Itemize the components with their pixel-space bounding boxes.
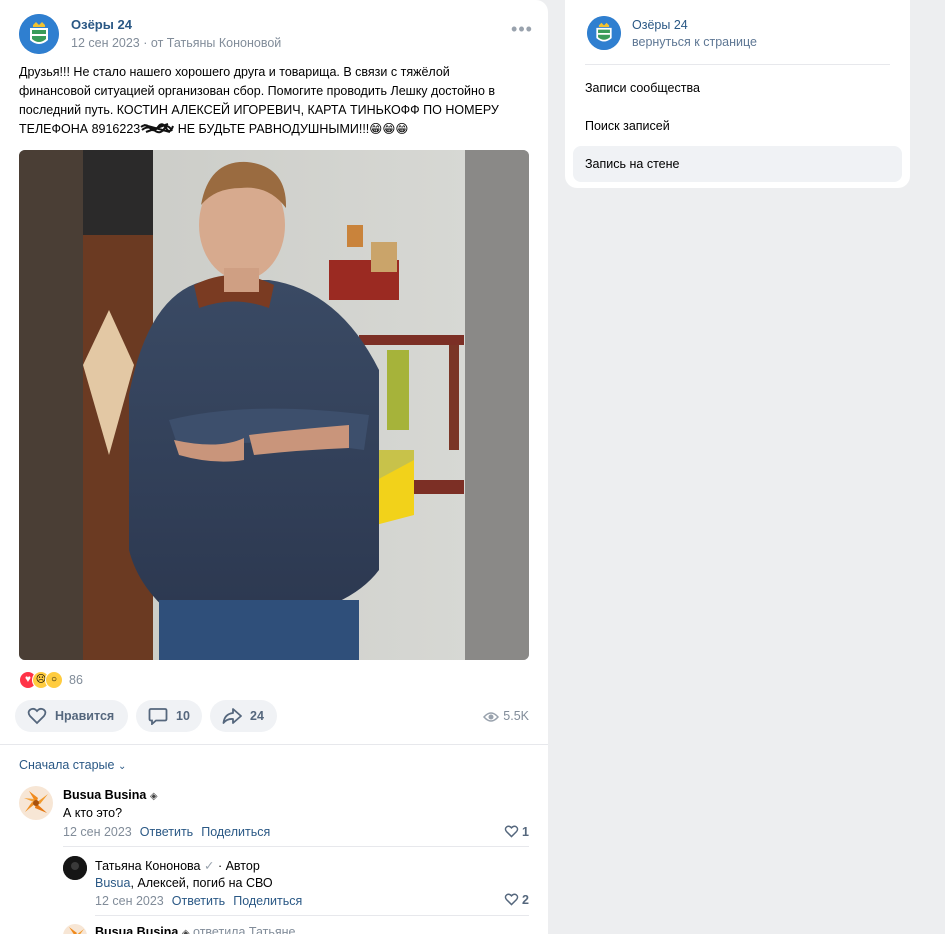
like-label: Нравится <box>55 709 115 723</box>
comment-icon <box>148 708 168 725</box>
views-counter: 5.5K <box>483 709 529 723</box>
comment-likes: 1 <box>522 825 529 839</box>
reply-link[interactable]: Ответить <box>172 894 225 908</box>
more-options-icon[interactable]: ••• <box>510 20 534 44</box>
redaction-scribble-icon <box>140 123 175 134</box>
eye-icon <box>483 711 500 722</box>
post-date[interactable]: 12 сен 2023 <box>71 36 140 50</box>
reply-link[interactable]: Ответить <box>140 825 193 839</box>
sidebar: Озёры 24 вернуться к странице Записи соо… <box>565 0 910 188</box>
post-header: Озёры 24 12 сен 2023 · от Татьяны Кононо… <box>19 14 534 54</box>
sidebar-community-name[interactable]: Озёры 24 <box>632 18 688 32</box>
comment-meta: 12 сен 2023 Ответить Поделиться <box>63 825 270 839</box>
post-text-tail: НЕ БУДЬТЕ РАВНОДУШНЫМИ!!!😁😁😁 <box>174 122 409 136</box>
comment-reply: Busua Busina ◈ ответила Татьяне <box>63 924 529 934</box>
post-text-phone: ТЕЛЕФОНА 8916223 <box>19 122 141 136</box>
shares-count: 24 <box>250 709 264 723</box>
post-text-line: Друзья!!! Не стало нашего хорошего друга… <box>19 65 450 79</box>
divider <box>585 64 890 65</box>
mention-link[interactable]: Busua <box>95 876 130 890</box>
views-count: 5.5K <box>503 709 529 723</box>
post-text: Друзья!!! Не стало нашего хорошего друга… <box>19 63 519 139</box>
comment-date[interactable]: 12 сен 2023 <box>95 894 164 908</box>
reactions-count: 86 <box>69 673 83 687</box>
meta-dot: · <box>143 36 151 50</box>
chevron-down-icon: ⌄ <box>117 761 127 772</box>
post-card: Озёры 24 12 сен 2023 · от Татьяны Кононо… <box>0 0 548 934</box>
comments-button[interactable]: 10 <box>136 700 202 732</box>
post-meta: 12 сен 2023 · от Татьяны Кононовой <box>71 36 281 50</box>
comment-like-button[interactable]: 2 <box>504 893 529 907</box>
sidebar-item-search-posts[interactable]: Поиск записей <box>573 108 902 144</box>
wow-reaction-icon: ○ <box>45 671 63 689</box>
commenter-name[interactable]: Busua Busina ◈ ответила Татьяне <box>95 925 296 934</box>
divider <box>0 744 548 745</box>
comments-sort-dropdown[interactable]: Сначала старые ⌄ <box>19 758 126 772</box>
community-avatar[interactable] <box>587 16 621 50</box>
sidebar-item-community-posts[interactable]: Записи сообщества <box>573 70 902 106</box>
sidebar-item-wall-post[interactable]: Запись на стене <box>573 146 902 182</box>
divider <box>95 915 529 916</box>
divider <box>63 846 529 847</box>
post-author[interactable]: Озёры 24 <box>71 17 132 32</box>
like-button[interactable]: Нравится <box>15 700 128 732</box>
commenter-name[interactable]: Татьяна Кононова ✓ · Автор <box>95 858 260 873</box>
comment-like-button[interactable]: 1 <box>504 825 529 839</box>
share-link[interactable]: Поделиться <box>201 825 270 839</box>
author-badge: · Автор <box>217 859 260 873</box>
community-avatar[interactable] <box>19 14 59 54</box>
sort-label: Сначала старые <box>19 758 115 772</box>
heart-icon <box>27 707 47 725</box>
share-icon <box>222 708 242 724</box>
post-text-line: финансовой ситуацией организован сбор. П… <box>19 84 496 98</box>
comment-reply: Татьяна Кононова ✓ · Автор Busua, Алексе… <box>63 856 529 914</box>
share-link[interactable]: Поделиться <box>233 894 302 908</box>
post-photo[interactable] <box>19 150 529 660</box>
commenter-avatar[interactable] <box>19 786 53 820</box>
comment-likes: 2 <box>522 893 529 907</box>
post-text-line: последний путь. КОСТИН АЛЕКСЕЙ ИГОРЕВИЧ,… <box>19 103 499 117</box>
comment: Busua Busina ◈ А кто это? 12 сен 2023 Отв… <box>19 786 529 846</box>
commenter-avatar[interactable] <box>63 924 87 934</box>
answered-to: ответила Татьяне <box>193 925 296 934</box>
reactions-summary[interactable]: ♥ ☹ ○ 86 <box>19 671 83 689</box>
comment-meta: 12 сен 2023 Ответить Поделиться <box>95 894 302 908</box>
comment-date[interactable]: 12 сен 2023 <box>63 825 132 839</box>
verified-check-icon: ✓ <box>203 859 215 873</box>
user-badge-icon: ◈ <box>181 928 190 934</box>
commenter-avatar[interactable] <box>63 856 87 880</box>
share-button[interactable]: 24 <box>210 700 277 732</box>
post-text-line: ТЕЛЕФОНА 8916223 НЕ БУДЬТЕ РАВНОДУШНЫМИ!… <box>19 120 519 139</box>
user-badge-icon: ◈ <box>149 791 158 802</box>
comment-text: Busua, Алексей, погиб на СВО <box>95 876 273 890</box>
post-signer[interactable]: от Татьяны Кононовой <box>151 36 281 50</box>
commenter-name[interactable]: Busua Busina ◈ <box>63 788 158 802</box>
comment-text: А кто это? <box>63 806 123 820</box>
back-to-page-link[interactable]: вернуться к странице <box>632 35 757 49</box>
heart-icon <box>504 893 518 906</box>
sidebar-header[interactable]: Озёры 24 вернуться к странице <box>587 16 887 52</box>
heart-icon <box>504 825 518 838</box>
comments-count: 10 <box>176 709 190 723</box>
